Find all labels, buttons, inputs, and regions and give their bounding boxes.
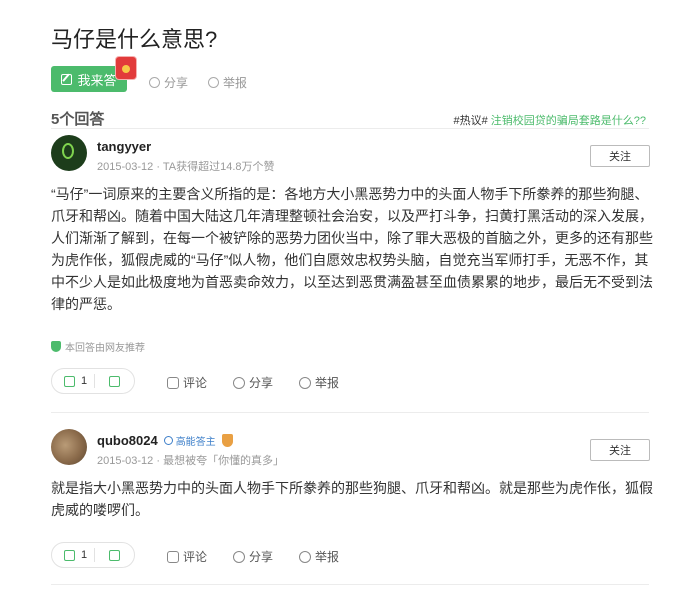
report-icon [208, 77, 219, 88]
answer-meta: 2015-03-12 · 最想被夸「你懂的真多」 [97, 452, 284, 468]
share-button[interactable]: 分享 [233, 548, 273, 565]
recommend-note: 本回答由网友推荐 [51, 339, 145, 354]
recommend-label: 本回答由网友推荐 [65, 343, 145, 354]
comment-label: 评论 [183, 376, 208, 390]
comment-button[interactable]: 评论 [167, 548, 207, 565]
answer-meta: 2015-03-12 · TA获得超过14.8万个赞 [97, 158, 275, 174]
hot-topic[interactable]: #热议# 注销校园贷的骗局套路是什么?? [453, 112, 646, 128]
follow-button[interactable]: 关注 [590, 439, 650, 461]
question-share-label: 分享 [164, 76, 189, 90]
answer-count: 5个回答 [51, 111, 105, 128]
share-label: 分享 [249, 550, 274, 564]
like-count: 1 [81, 549, 88, 561]
report-label: 举报 [315, 550, 340, 564]
report-label: 举报 [315, 376, 340, 390]
downvote-button[interactable] [95, 375, 134, 387]
answer-text: 就是指大小黑恶势力中的头面人物手下所豢养的那些狗腿、爪牙和帮凶。就是那些为虎作伥… [51, 480, 653, 518]
comment-button[interactable]: 评论 [167, 374, 207, 391]
comment-icon [167, 550, 179, 563]
question-report-label: 举报 [223, 76, 248, 90]
report-icon [299, 550, 311, 563]
thumbs-down-icon [109, 375, 120, 387]
username[interactable]: tangyyer [97, 139, 151, 154]
shield-icon [51, 341, 61, 352]
upvote-button[interactable]: 1 [52, 375, 94, 387]
thumbs-down-icon [109, 549, 120, 561]
vote-group: 1 [51, 542, 135, 568]
report-icon [299, 376, 311, 389]
answer-divider [51, 412, 649, 413]
vote-group: 1 [51, 368, 135, 394]
question-share-button[interactable]: 分享 [149, 74, 188, 91]
share-button[interactable]: 分享 [233, 374, 273, 391]
avatar[interactable] [51, 135, 87, 171]
answer-date: 2015-03-12 [97, 161, 154, 173]
username[interactable]: qubo8024 [97, 433, 158, 448]
red-packet-icon[interactable] [116, 57, 136, 79]
comment-icon [167, 376, 179, 389]
question-title: 马仔是什么意思? [51, 27, 218, 52]
avatar[interactable] [51, 429, 87, 465]
thumbs-up-icon [64, 375, 75, 387]
hot-tag: #热议# [453, 115, 488, 127]
answer-button-label: 我来答 [77, 72, 117, 88]
hot-topic-link[interactable]: 注销校园贷的骗局套路是什么?? [491, 115, 646, 127]
report-button[interactable]: 举报 [299, 548, 339, 565]
rank-badge[interactable]: 高能答主 [163, 433, 216, 448]
thumbs-up-icon [64, 549, 75, 561]
report-button[interactable]: 举报 [299, 374, 339, 391]
medal-icon [221, 434, 233, 447]
answer-date: 2015-03-12 [97, 455, 154, 467]
share-label: 分享 [249, 376, 274, 390]
question-report-button[interactable]: 举报 [208, 74, 247, 91]
comment-label: 评论 [183, 550, 208, 564]
answer-stat: · 最想被夸「你懂的真多」 [156, 455, 285, 467]
rank-icon [163, 436, 173, 445]
share-icon [233, 376, 245, 389]
user-line: qubo8024 高能答主 [97, 433, 233, 448]
downvote-button[interactable] [95, 549, 134, 561]
rank-label: 高能答主 [175, 437, 216, 448]
like-count: 1 [81, 375, 88, 387]
upvote-button[interactable]: 1 [52, 549, 94, 561]
answer-divider [51, 584, 649, 585]
section-divider [51, 128, 649, 129]
share-icon [233, 550, 245, 563]
answer-stat: · TA获得超过14.8万个赞 [156, 161, 275, 173]
pen-icon [61, 73, 73, 85]
share-icon [149, 77, 160, 88]
answer-text: “马仔”一词原来的主要含义所指的是：各地方大小黑恶势力中的头面人物手下所豢养的那… [51, 186, 653, 312]
follow-button[interactable]: 关注 [590, 145, 650, 167]
